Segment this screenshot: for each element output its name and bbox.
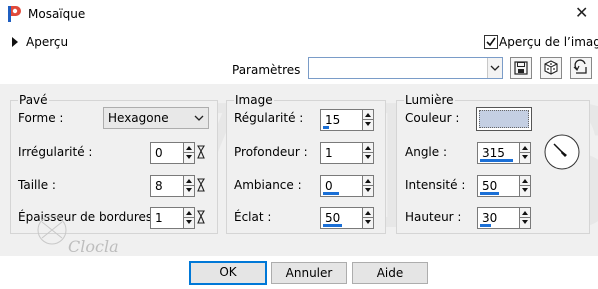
regularite-spinner[interactable]: 15 xyxy=(320,109,374,131)
hauteur-stepper[interactable] xyxy=(519,208,530,228)
app-logo-icon xyxy=(8,6,21,22)
profondeur-label: Profondeur : xyxy=(234,145,308,159)
close-button[interactable]: ✕ xyxy=(575,5,588,21)
eclat-stepper[interactable] xyxy=(362,208,373,228)
taille-spinner[interactable]: 8 xyxy=(150,175,195,197)
forme-label: Forme : xyxy=(18,111,64,125)
epaisseur-stepper[interactable] xyxy=(183,208,194,228)
irregularite-stepper[interactable] xyxy=(183,143,194,163)
angle-spinner[interactable]: 315 xyxy=(477,142,531,164)
group-image-title: Image xyxy=(234,93,274,107)
preview-expander-label[interactable]: Aperçu xyxy=(26,35,68,49)
profondeur-stepper[interactable] xyxy=(362,143,373,163)
light-color-fill xyxy=(479,110,529,128)
cancel-button[interactable]: Annuler xyxy=(271,262,347,284)
irregularite-value: 0 xyxy=(155,146,163,160)
angle-level-bar xyxy=(480,159,513,162)
preview-image-checkbox[interactable] xyxy=(484,35,498,49)
irregularite-label: Irrégularité : xyxy=(18,145,93,159)
title-bar xyxy=(0,0,598,30)
hauteur-label: Hauteur : xyxy=(405,210,462,224)
regularite-label: Régularité : xyxy=(234,111,304,125)
hauteur-spinner[interactable]: 30 xyxy=(477,207,531,229)
regularite-stepper[interactable] xyxy=(362,110,373,130)
eclat-label: Éclat : xyxy=(234,210,272,224)
ambiance-label: Ambiance : xyxy=(234,178,302,192)
profondeur-spinner[interactable]: 1 xyxy=(320,142,374,164)
intensite-label: Intensité : xyxy=(405,178,466,192)
intensite-stepper[interactable] xyxy=(519,176,530,196)
group-pave-title: Pavé xyxy=(18,93,49,107)
regularite-level-bar xyxy=(323,126,329,129)
hauteur-value: 30 xyxy=(482,211,498,225)
intensite-level-bar xyxy=(480,192,499,195)
regularite-value: 15 xyxy=(325,113,341,127)
random-seed-icon[interactable] xyxy=(195,144,207,160)
taille-value: 8 xyxy=(155,179,163,193)
hauteur-level-bar xyxy=(480,224,491,227)
group-lumiere-title: Lumière xyxy=(404,93,455,107)
eclat-spinner[interactable]: 50 xyxy=(320,207,374,229)
window-title: Mosaïque xyxy=(28,7,86,21)
angle-stepper[interactable] xyxy=(519,143,530,163)
eclat-level-bar xyxy=(323,224,342,227)
ambiance-stepper[interactable] xyxy=(362,176,373,196)
checkmark-icon xyxy=(486,37,496,47)
light-color-swatch[interactable] xyxy=(476,107,532,131)
angle-dial[interactable] xyxy=(543,133,581,171)
signature-watermark-logo: Clocla xyxy=(37,215,119,256)
help-button[interactable]: Aide xyxy=(352,262,428,284)
couleur-label: Couleur : xyxy=(405,111,460,125)
ambiance-value: 0 xyxy=(325,179,333,193)
expand-arrow-icon[interactable] xyxy=(12,37,18,47)
forme-value: Hexagone xyxy=(108,111,169,125)
random-seed-icon[interactable] xyxy=(195,209,207,225)
forme-dropdown[interactable]: Hexagone xyxy=(103,107,209,129)
epaisseur-spinner[interactable]: 1 xyxy=(150,207,195,229)
taille-label: Taille : xyxy=(18,178,56,192)
preview-image-label: Aperçu de l’image xyxy=(499,35,598,49)
chevron-down-icon xyxy=(194,115,204,121)
signature-text: Clocla xyxy=(68,237,119,256)
irregularite-spinner[interactable]: 0 xyxy=(150,142,195,164)
eclat-value: 50 xyxy=(325,211,341,225)
ambiance-level-bar xyxy=(323,192,339,195)
ok-button[interactable]: OK xyxy=(189,261,267,285)
epaisseur-value: 1 xyxy=(155,211,163,225)
random-seed-icon[interactable] xyxy=(195,177,207,193)
intensite-value: 50 xyxy=(482,179,498,193)
ambiance-spinner[interactable]: 0 xyxy=(320,175,374,197)
taille-stepper[interactable] xyxy=(183,176,194,196)
intensite-spinner[interactable]: 50 xyxy=(477,175,531,197)
angle-label: Angle : xyxy=(405,145,448,159)
profondeur-value: 1 xyxy=(325,146,333,160)
angle-value: 315 xyxy=(482,146,505,160)
